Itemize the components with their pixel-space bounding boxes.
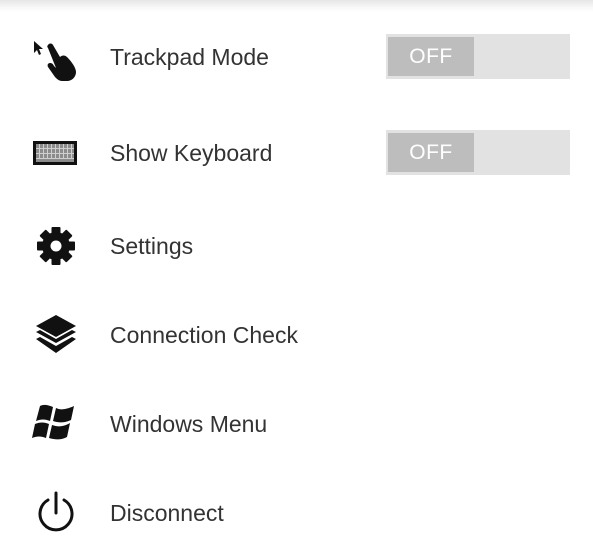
toggle-thumb: OFF — [388, 133, 474, 172]
settings-label: Settings — [110, 233, 194, 259]
windows-logo-icon — [30, 400, 82, 448]
menu-item-connection-check[interactable]: Connection Check — [0, 295, 593, 375]
toggle-thumb: OFF — [388, 37, 474, 76]
keyboard-icon — [30, 129, 82, 177]
menu-item-settings[interactable]: Settings — [0, 206, 593, 286]
trackpad-pointer-icon — [30, 33, 82, 81]
layers-icon — [30, 311, 82, 359]
connection-check-label: Connection Check — [110, 322, 298, 348]
windows-menu-label: Windows Menu — [110, 411, 268, 437]
trackpad-mode-toggle[interactable]: OFF — [386, 34, 570, 79]
gear-icon — [30, 222, 82, 270]
power-icon — [30, 489, 82, 537]
menu-item-show-keyboard[interactable]: Show Keyboard OFF — [0, 113, 593, 193]
trackpad-mode-label: Trackpad Mode — [110, 44, 269, 70]
menu-item-windows-menu[interactable]: Windows Menu — [0, 384, 593, 464]
show-keyboard-toggle[interactable]: OFF — [386, 130, 570, 175]
menu-item-disconnect[interactable]: Disconnect — [0, 473, 593, 553]
top-shadow — [0, 0, 593, 12]
show-keyboard-label: Show Keyboard — [110, 140, 273, 166]
menu-item-trackpad-mode[interactable]: Trackpad Mode OFF — [0, 17, 593, 97]
disconnect-label: Disconnect — [110, 500, 224, 526]
